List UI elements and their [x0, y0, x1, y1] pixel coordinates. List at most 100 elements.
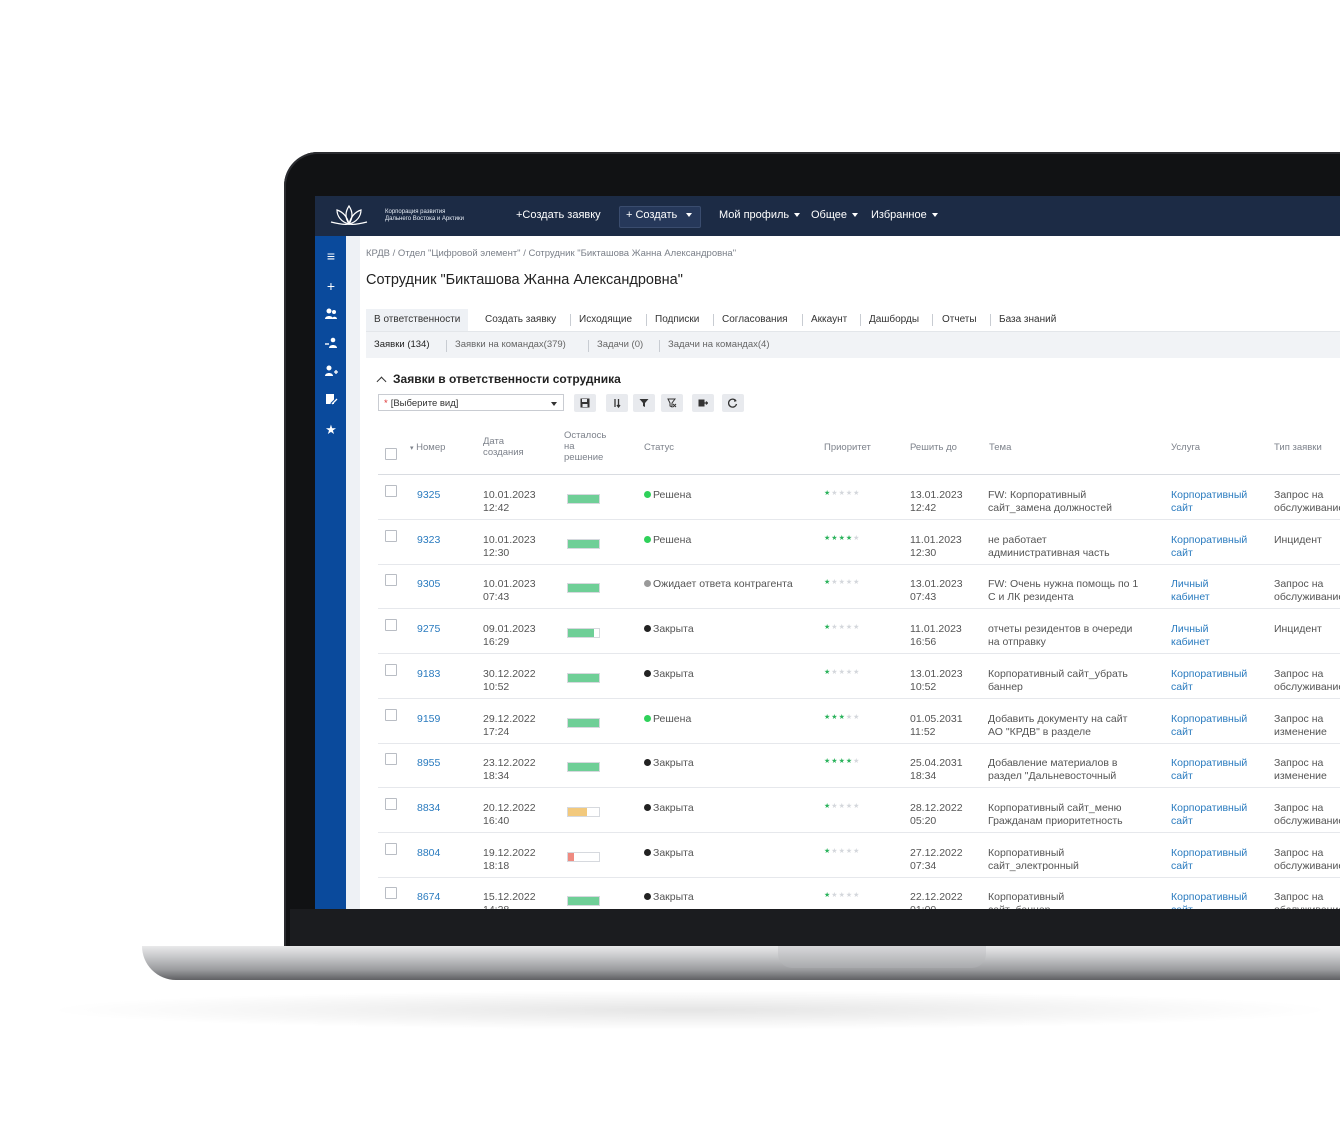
row-checkbox[interactable]: [385, 663, 397, 676]
row-checkbox[interactable]: [385, 753, 397, 766]
priority-star-icon: ★: [838, 892, 846, 900]
tab-responsibility[interactable]: В ответственности: [366, 309, 469, 331]
request-number-link[interactable]: 8834: [417, 802, 440, 815]
status-cell: Решена: [644, 489, 691, 502]
tab-subscriptions[interactable]: Подписки: [655, 309, 699, 331]
status-cell: Решена: [644, 713, 691, 726]
tab-knowledge-base[interactable]: База знаний: [999, 309, 1056, 331]
request-number-link[interactable]: 9323: [417, 534, 440, 547]
column-created[interactable]: Дата создания: [483, 436, 524, 458]
subtab-team-tasks[interactable]: Задачи на командах(4): [668, 339, 770, 350]
star-icon[interactable]: ★: [324, 423, 338, 437]
request-type-cell: Запрос наобслуживание: [1274, 891, 1340, 909]
request-number-link[interactable]: 9159: [417, 713, 440, 726]
filter-icon[interactable]: [633, 394, 655, 412]
service-link[interactable]: Корпоративныйсайт: [1171, 713, 1247, 739]
sort-icon[interactable]: [606, 394, 628, 412]
chevron-up-icon[interactable]: [376, 376, 387, 387]
table-row[interactable]: 9275 09.01.2023 16:29 Закрыта ★★★★★ 11.01.202…: [378, 609, 1340, 655]
row-checkbox[interactable]: [385, 485, 397, 497]
remaining-time-bar: [567, 806, 600, 817]
column-service[interactable]: Услуга: [1171, 442, 1200, 453]
column-due[interactable]: Решить до: [910, 442, 957, 453]
favorites-menu[interactable]: Избранное: [871, 209, 938, 221]
table-row[interactable]: 8674 15.12.202214:28 Закрыта ★★★★★ 22.12.202…: [378, 877, 1340, 909]
edit-doc-icon[interactable]: [324, 392, 338, 406]
user-add-icon[interactable]: [324, 364, 338, 378]
request-number-link[interactable]: 9325: [417, 489, 440, 502]
service-link[interactable]: Личный кабинет: [1171, 623, 1210, 649]
request-number-link[interactable]: 9305: [417, 578, 440, 591]
request-number-link[interactable]: 8804: [417, 847, 440, 860]
due-date-value: 22.12.2022: [910, 891, 963, 904]
request-number-link[interactable]: 8674: [417, 891, 440, 904]
create-request-link[interactable]: +Создать заявку: [516, 209, 601, 221]
profile-menu[interactable]: Мой профиль: [719, 209, 801, 221]
column-type[interactable]: Тип заявки: [1274, 442, 1322, 453]
service-link[interactable]: Корпоративныйсайт: [1171, 891, 1247, 909]
refresh-icon[interactable]: [722, 394, 744, 412]
save-icon[interactable]: [574, 394, 596, 412]
tab-approvals[interactable]: Согласования: [722, 309, 788, 331]
table-row[interactable]: 9183 30.12.2022 10:52 Закрыта ★★★★★ 13.01.202…: [378, 654, 1340, 699]
subtab-requests[interactable]: Заявки (134): [374, 339, 430, 350]
topic-line-2: Гражданам приоритетность: [988, 814, 1123, 827]
created-date-value: 15.12.2022: [483, 891, 536, 904]
team-icon[interactable]: [324, 336, 338, 350]
service-link[interactable]: Корпоративныйсайт: [1171, 757, 1247, 783]
column-status[interactable]: Статус: [644, 442, 674, 453]
clear-filter-icon[interactable]: [661, 394, 683, 412]
service-link[interactable]: Корпоративныйсайт: [1171, 802, 1247, 828]
priority-star-icon: ★: [831, 668, 839, 676]
column-remaining[interactable]: Осталось на решение: [564, 430, 606, 463]
row-checkbox[interactable]: [385, 529, 397, 542]
table-row[interactable]: 8955 23.12.2022 18:34 Закрыта ★★★★★ 25.04.203…: [378, 743, 1340, 789]
lotus-logo-icon[interactable]: [329, 202, 369, 228]
request-number-link[interactable]: 9183: [417, 668, 440, 681]
breadcrumb[interactable]: КРДВ / Отдел "Цифровой элемент" / Сотруд…: [366, 248, 736, 259]
tab-create-request[interactable]: Создать заявку: [485, 309, 556, 331]
menu-icon[interactable]: ≡: [324, 249, 338, 263]
column-created-line: создания: [483, 447, 524, 458]
request-number-link[interactable]: 9275: [417, 623, 440, 636]
table-row[interactable]: 8804 19.12.2022 18:18 Закрыта ★★★★★ 27.12.202…: [378, 833, 1340, 878]
subtab-team-requests[interactable]: Заявки на командах(379): [455, 339, 566, 350]
row-checkbox[interactable]: [385, 708, 397, 721]
row-checkbox[interactable]: [385, 842, 397, 855]
table-row[interactable]: 9305 10.01.2023 07:43 Ожидает ответа контра…: [378, 564, 1340, 610]
view-select[interactable]: * [Выберите вид]: [378, 394, 564, 411]
tab-account[interactable]: Аккаунт: [811, 309, 847, 331]
service-link[interactable]: Корпоративныйсайт: [1171, 534, 1247, 560]
laptop-shadow: [40, 990, 1340, 1030]
service-line-1: Корпоративный: [1171, 712, 1248, 725]
table-row[interactable]: 8834 20.12.2022 16:40 Закрыта ★★★★★ 28.12.202…: [378, 788, 1340, 833]
service-link[interactable]: Корпоративныйсайт: [1171, 668, 1247, 694]
general-menu[interactable]: Общее: [811, 209, 859, 221]
select-all-checkbox[interactable]: [385, 448, 397, 460]
row-checkbox[interactable]: [385, 797, 397, 810]
section-header[interactable]: Заявки в ответственности сотрудника: [376, 372, 621, 387]
table-row[interactable]: 9323 10.01.2023 12:30 Решена ★★★★★ 11.01.2023…: [378, 520, 1340, 565]
request-number-link[interactable]: 8955: [417, 757, 440, 770]
users-icon[interactable]: [324, 307, 338, 321]
table-row[interactable]: 9325 10.01.2023 12:42 Решена ★★★★★ 13.01.2023…: [378, 475, 1340, 520]
column-number[interactable]: ▾ Номер: [410, 442, 445, 454]
row-checkbox[interactable]: [385, 887, 397, 900]
create-dropdown[interactable]: + Создать: [626, 209, 693, 221]
tab-outgoing[interactable]: Исходящие: [579, 309, 632, 331]
remaining-time-bar: [567, 583, 600, 594]
service-link[interactable]: Личный кабинет: [1171, 578, 1210, 604]
service-link[interactable]: Корпоративныйсайт: [1171, 847, 1247, 873]
table-row[interactable]: 9159 29.12.2022 17:24 Решена ★★★★★ 01.05.2031…: [378, 699, 1340, 744]
row-checkbox[interactable]: [385, 574, 397, 587]
column-topic[interactable]: Тема: [989, 442, 1011, 453]
service-link[interactable]: Корпоративныйсайт: [1171, 489, 1247, 515]
column-priority[interactable]: Приоритет: [824, 442, 871, 453]
row-checkbox[interactable]: [385, 619, 397, 632]
tab-dashboards[interactable]: Дашборды: [869, 309, 919, 331]
tab-reports[interactable]: Отчеты: [942, 309, 977, 331]
due-date: 01.05.2031 11:52: [910, 713, 963, 739]
export-icon[interactable]: [692, 394, 714, 412]
plus-icon[interactable]: +: [324, 279, 338, 293]
subtab-tasks[interactable]: Задачи (0): [597, 339, 643, 350]
